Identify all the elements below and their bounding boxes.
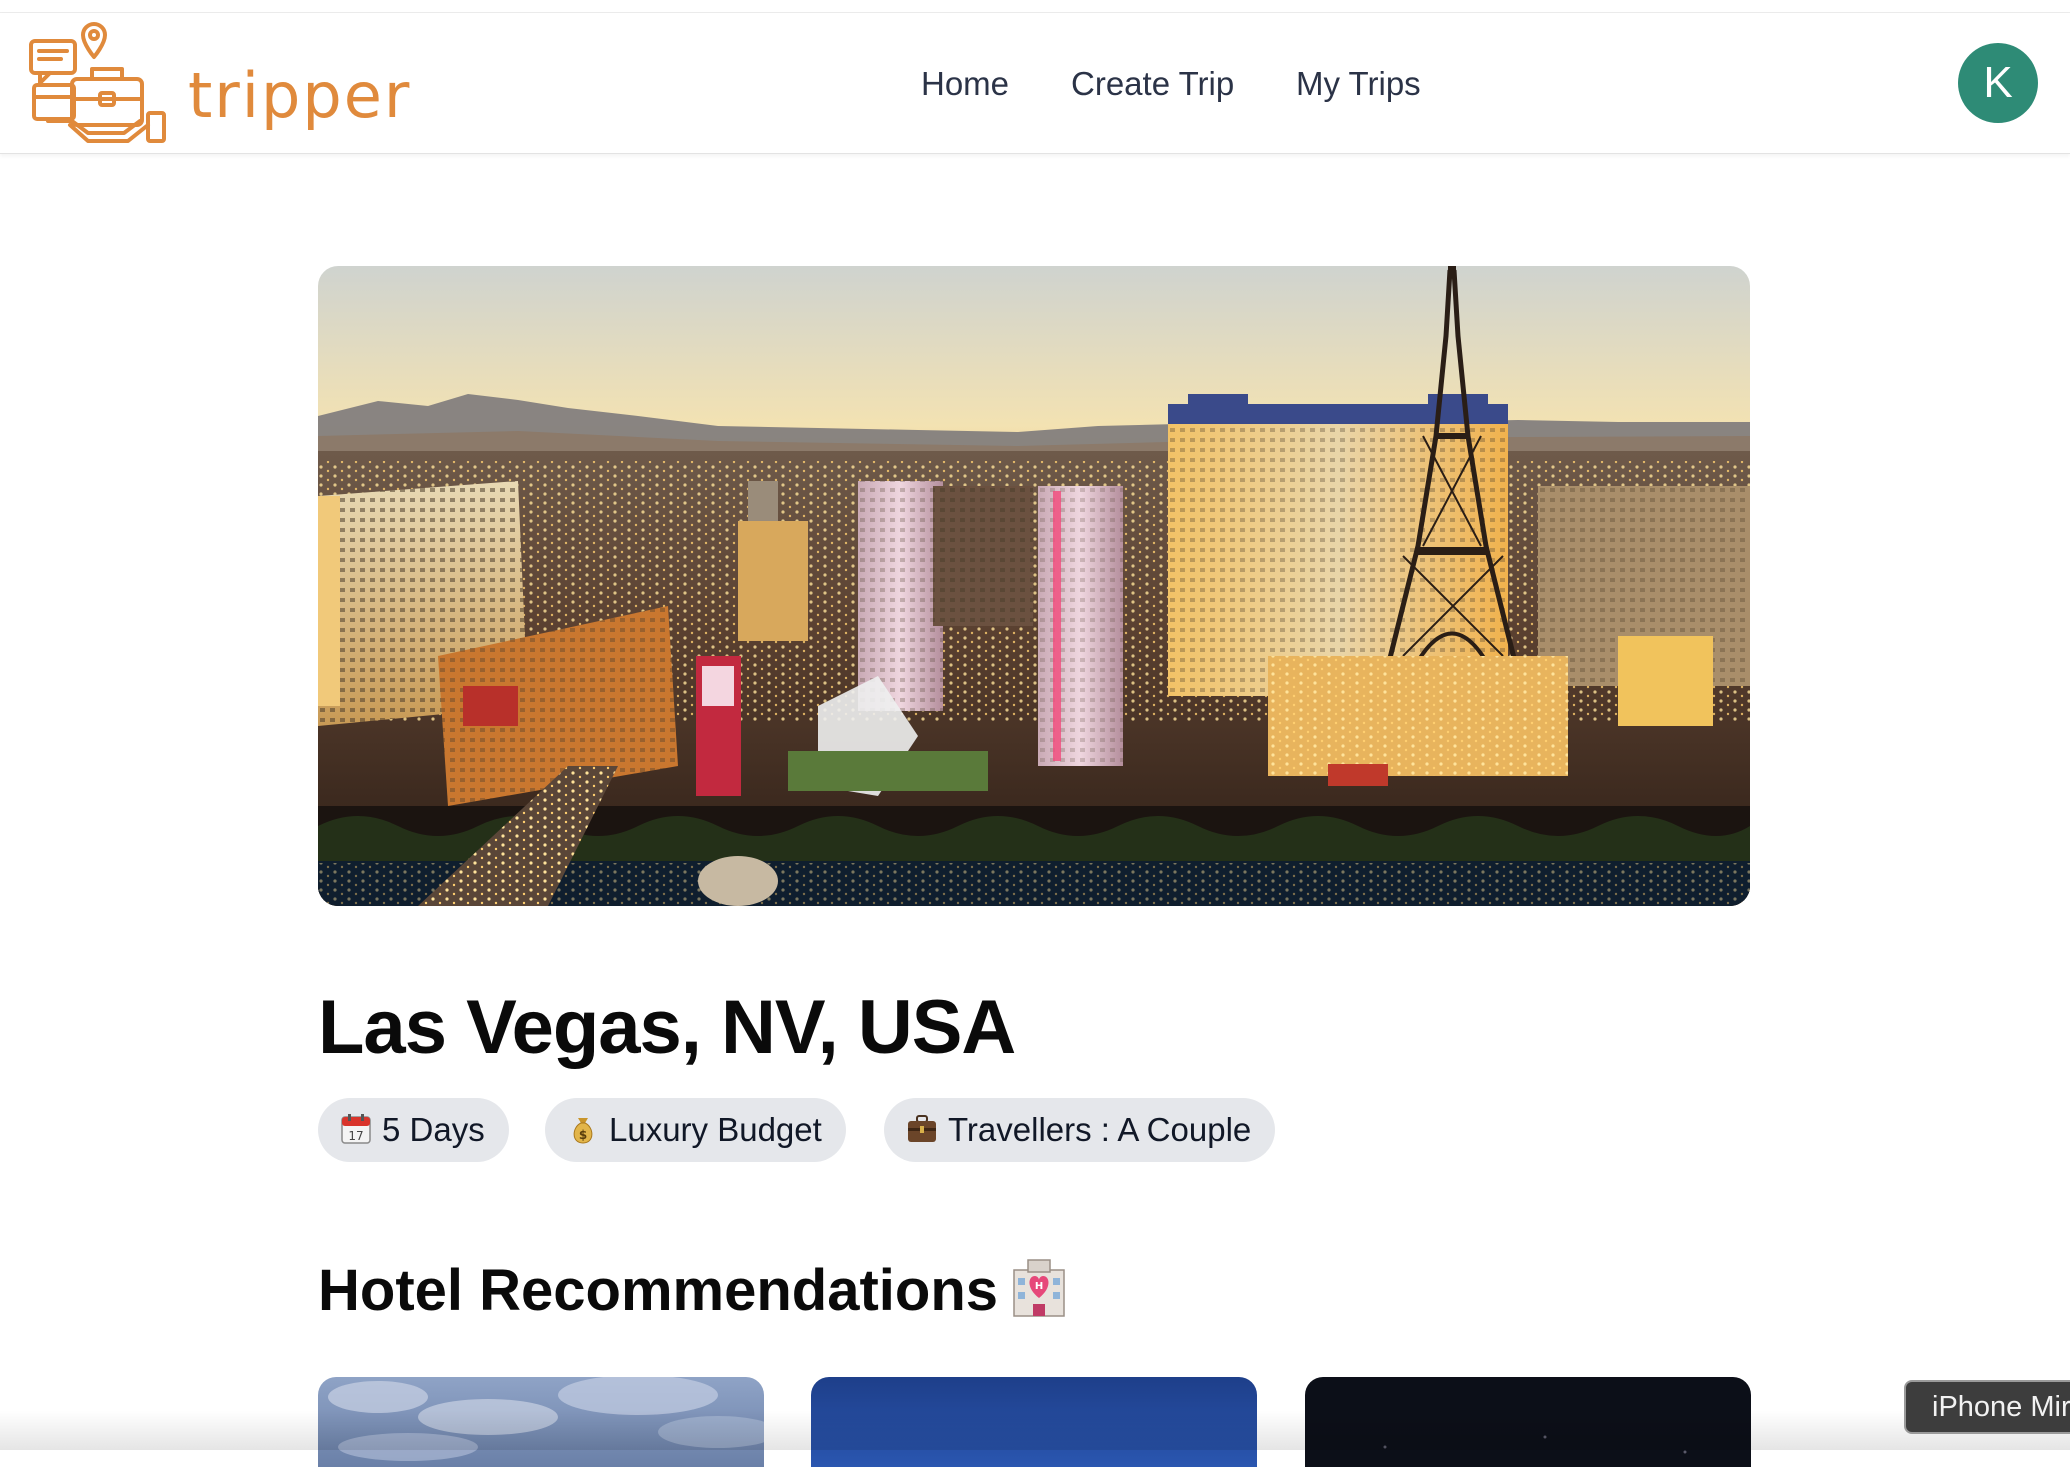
hotel-card-2[interactable] xyxy=(811,1377,1257,1467)
hotel-card-3-image xyxy=(1305,1377,1751,1467)
brand-logo[interactable]: tripper xyxy=(28,21,409,145)
calendar-icon: 17 xyxy=(341,1114,371,1144)
trip-tag-duration: 17 5 Days xyxy=(318,1098,509,1162)
top-navbar: tripper Home Create Trip My Trips K xyxy=(0,13,2070,154)
user-avatar[interactable]: K xyxy=(1958,43,2038,123)
hotel-card-3[interactable] xyxy=(1305,1377,1751,1467)
las-vegas-skyline-image xyxy=(318,266,1750,906)
money-bag-icon: $ xyxy=(573,1118,593,1144)
trip-tag-travellers-label: Travellers : A Couple xyxy=(948,1111,1252,1148)
hotel-card-1-image xyxy=(318,1377,764,1467)
svg-text:H: H xyxy=(1035,1281,1043,1292)
hotel-recommendations-title: Hotel Recommendations xyxy=(318,1258,998,1323)
svg-text:$: $ xyxy=(579,1128,587,1142)
trip-tag-budget: $ Luxury Budget xyxy=(545,1098,846,1162)
nav-link-home[interactable]: Home xyxy=(921,65,1009,103)
nav-link-create-trip[interactable]: Create Trip xyxy=(1071,65,1234,103)
svg-text:17: 17 xyxy=(348,1129,363,1143)
briefcase-icon xyxy=(908,1115,936,1142)
trip-tag-duration-label: 5 Days xyxy=(382,1111,485,1148)
hotel-card-2-image xyxy=(811,1377,1257,1467)
hotel-card-1[interactable] xyxy=(318,1377,764,1467)
love-hotel-icon: H xyxy=(1013,1259,1065,1317)
nav-link-my-trips[interactable]: My Trips xyxy=(1296,65,1421,103)
travel-planner-logo-icon xyxy=(29,22,166,143)
window-top-strip xyxy=(0,0,2070,13)
hotel-recommendations-heading: Hotel Recommendations H xyxy=(318,1256,1070,1326)
trip-location-title: Las Vegas, NV, USA xyxy=(318,985,1016,1070)
brand-name: tripper xyxy=(188,59,412,132)
trip-hero-image xyxy=(318,266,1750,906)
trip-tag-travellers: Travellers : A Couple xyxy=(884,1098,1276,1162)
app-tooltip: iPhone Mir xyxy=(1904,1380,2070,1434)
trip-tag-budget-label: Luxury Budget xyxy=(609,1111,822,1148)
